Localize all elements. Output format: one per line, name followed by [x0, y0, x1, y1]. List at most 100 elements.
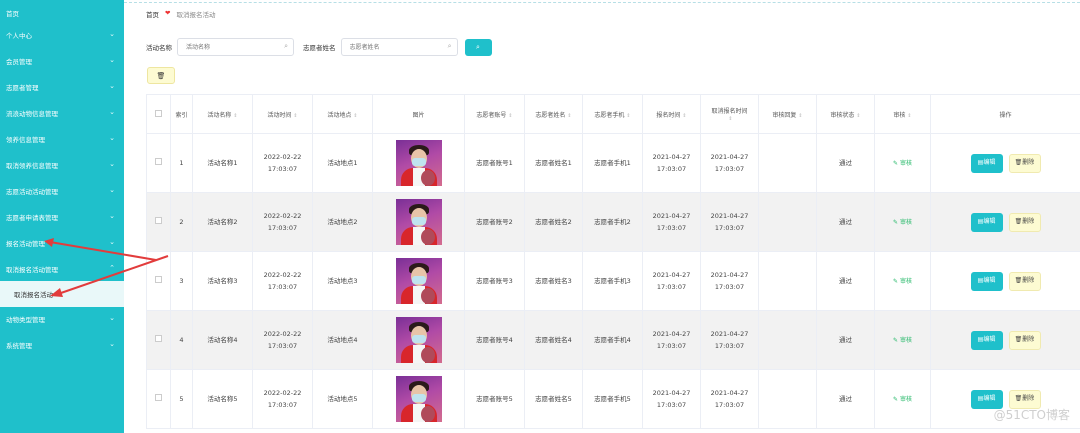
review-link[interactable]: ✎ 审核 — [893, 160, 912, 167]
cell-signup-time: 2021-04-27 17:03:07 — [642, 251, 701, 311]
search-button[interactable]: ⌕ — [464, 38, 492, 56]
checkbox[interactable] — [155, 394, 162, 401]
edit-icon: ✎ — [893, 218, 900, 226]
sidebar-item-cancel-signup[interactable]: 取消报名活动管理 ⌃ — [0, 256, 124, 282]
chevron-down-icon: ⌄ — [109, 30, 115, 38]
header-cancel-time[interactable]: 取消报名时间 ⇕ — [700, 94, 759, 134]
review-link[interactable]: ✎ 审核 — [893, 278, 912, 285]
edit-button[interactable]: ▤ 编辑 — [970, 330, 1003, 350]
breadcrumb: 首页 ❤ 取消报名活动 — [146, 9, 215, 19]
sidebar: 首页 个人中心 ⌄ 会员管理 ⌄ 志愿者管理 ⌄ 流浪动物信息管理 ⌄ 领养信息管理 ⌄ … — [0, 0, 124, 433]
sidebar-item-label: 个人中心 — [6, 32, 32, 40]
sidebar-item-volunteer-activities[interactable]: 志愿活动活动管理 ⌄ — [0, 178, 124, 204]
cell-review: ✎ 审核 — [874, 251, 931, 311]
checkbox[interactable] — [155, 335, 162, 342]
header-volunteer-phone[interactable]: 志愿者手机 ⇕ — [582, 94, 643, 134]
edit-button[interactable]: ▤ 编辑 — [970, 212, 1003, 232]
edit-button[interactable]: ▤ 编辑 — [970, 153, 1003, 173]
cell-actions: ▤ 编辑 🗑 删除 — [930, 310, 1080, 370]
sort-icon: ⇕ — [682, 112, 687, 119]
activity-photo[interactable] — [395, 376, 442, 422]
cell-cancel-time: 2021-04-27 17:03:07 — [700, 133, 759, 193]
cell-activity-place: 活动地点2 — [312, 192, 373, 252]
activity-photo[interactable] — [395, 199, 442, 245]
sidebar-subitem-cancel-signup[interactable]: 取消报名活动 — [0, 281, 124, 307]
search-label-volunteer: 志愿者姓名 — [303, 44, 336, 52]
activity-photo[interactable] — [395, 258, 442, 304]
cell-review-status: 通过 — [816, 192, 875, 252]
header-image: 图片 — [372, 94, 465, 134]
cell-review: ✎ 审核 — [874, 192, 931, 252]
sidebar-item-animal-types[interactable]: 动物类型管理 ⌄ — [0, 306, 124, 332]
row-select-cell[interactable] — [146, 192, 171, 252]
activity-name-input[interactable] — [177, 38, 294, 56]
chevron-up-icon: ⌃ — [109, 264, 115, 272]
search-icon: ⌕ — [447, 42, 452, 50]
sort-icon: ⇕ — [567, 112, 572, 119]
checkbox[interactable] — [155, 109, 162, 117]
header-review-status[interactable]: 审核状态 ⇕ — [816, 94, 875, 134]
review-link[interactable]: ✎ 审核 — [893, 337, 912, 344]
cell-activity-time: 2022-02-22 17:03:07 — [252, 192, 313, 252]
delete-button[interactable]: 🗑 删除 — [1008, 153, 1041, 173]
watermark: @51CTO博客 — [993, 408, 1070, 422]
delete-button[interactable]: 🗑 删除 — [1008, 212, 1041, 232]
cell-actions: ▤ 编辑 🗑 删除 — [930, 251, 1080, 311]
trash-icon: 🗑 — [1014, 159, 1023, 166]
activity-photo[interactable] — [395, 140, 442, 186]
chevron-down-icon: ⌄ — [109, 186, 115, 194]
checkbox[interactable] — [155, 158, 162, 165]
sidebar-item-adoption[interactable]: 领养信息管理 ⌄ — [0, 126, 124, 152]
cell-review-status: 通过 — [816, 369, 875, 429]
sidebar-item-system[interactable]: 系统管理 ⌄ — [0, 332, 124, 358]
checkbox[interactable] — [155, 217, 162, 224]
header-activity-place[interactable]: 活动地点 ⇕ — [312, 94, 373, 134]
row-select-cell[interactable] — [146, 251, 171, 311]
sidebar-item-personal[interactable]: 个人中心 ⌄ — [0, 22, 124, 48]
sidebar-item-cancel-adoption[interactable]: 取消领养信息管理 ⌄ — [0, 152, 124, 178]
row-select-cell[interactable] — [146, 133, 171, 193]
sidebar-item-label: 动物类型管理 — [6, 316, 45, 324]
sidebar-item-signup-activities[interactable]: 报名活动管理 ⌄ — [0, 230, 124, 256]
activity-photo[interactable] — [395, 317, 442, 363]
header-review-reply[interactable]: 审核回复 ⇕ — [758, 94, 817, 134]
cell-activity-place: 活动地点5 — [312, 369, 373, 429]
cell-activity-time: 2022-02-22 17:03:07 — [252, 310, 313, 370]
review-link[interactable]: ✎ 审核 — [893, 219, 912, 226]
select-all-cell[interactable] — [146, 94, 171, 134]
sidebar-item-label: 首页 — [6, 10, 19, 18]
cell-review: ✎ 审核 — [874, 133, 931, 193]
sidebar-item-members[interactable]: 会员管理 ⌄ — [0, 48, 124, 74]
header-signup-time[interactable]: 报名时间 ⇕ — [642, 94, 701, 134]
cell-image — [372, 251, 465, 311]
breadcrumb-home[interactable]: 首页 — [146, 9, 159, 19]
cell-volunteer-account: 志愿者账号3 — [464, 251, 525, 311]
cell-index: 3 — [170, 251, 193, 311]
cell-volunteer-name: 志愿者姓名4 — [524, 310, 583, 370]
chevron-down-icon: ⌄ — [109, 212, 115, 220]
cell-activity-place: 活动地点4 — [312, 310, 373, 370]
header-review[interactable]: 审核 ⇕ — [874, 94, 931, 134]
header-volunteer-account[interactable]: 志愿者账号 ⇕ — [464, 94, 525, 134]
row-select-cell[interactable] — [146, 310, 171, 370]
review-link[interactable]: ✎ 审核 — [893, 396, 912, 403]
cell-volunteer-name: 志愿者姓名2 — [524, 192, 583, 252]
volunteer-name-input[interactable] — [340, 38, 458, 56]
sidebar-item-volunteer-applications[interactable]: 志愿者申请表管理 ⌄ — [0, 204, 124, 230]
delete-button[interactable]: 🗑 删除 — [1008, 330, 1041, 350]
batch-delete-button[interactable]: 🗑 — [147, 67, 175, 84]
header-volunteer-name[interactable]: 志愿者姓名 ⇕ — [524, 94, 583, 134]
edit-button[interactable]: ▤ 编辑 — [970, 271, 1003, 291]
cell-image — [372, 133, 465, 193]
sidebar-item-label: 会员管理 — [6, 58, 32, 66]
sidebar-item-label: 志愿活动活动管理 — [6, 188, 58, 196]
sidebar-item-stray-animals[interactable]: 流浪动物信息管理 ⌄ — [0, 100, 124, 126]
checkbox[interactable] — [155, 276, 162, 283]
header-activity-name[interactable]: 活动名称 ⇕ — [192, 94, 253, 134]
row-select-cell[interactable] — [146, 369, 171, 429]
header-activity-time[interactable]: 活动时间 ⇕ — [252, 94, 313, 134]
sidebar-item-volunteers[interactable]: 志愿者管理 ⌄ — [0, 74, 124, 100]
search-bar: 活动名称 ⌕ 志愿者姓名 ⌕ ⌕ — [146, 38, 492, 56]
delete-button[interactable]: 🗑 删除 — [1008, 271, 1041, 291]
trash-icon: 🗑 — [1014, 218, 1023, 225]
